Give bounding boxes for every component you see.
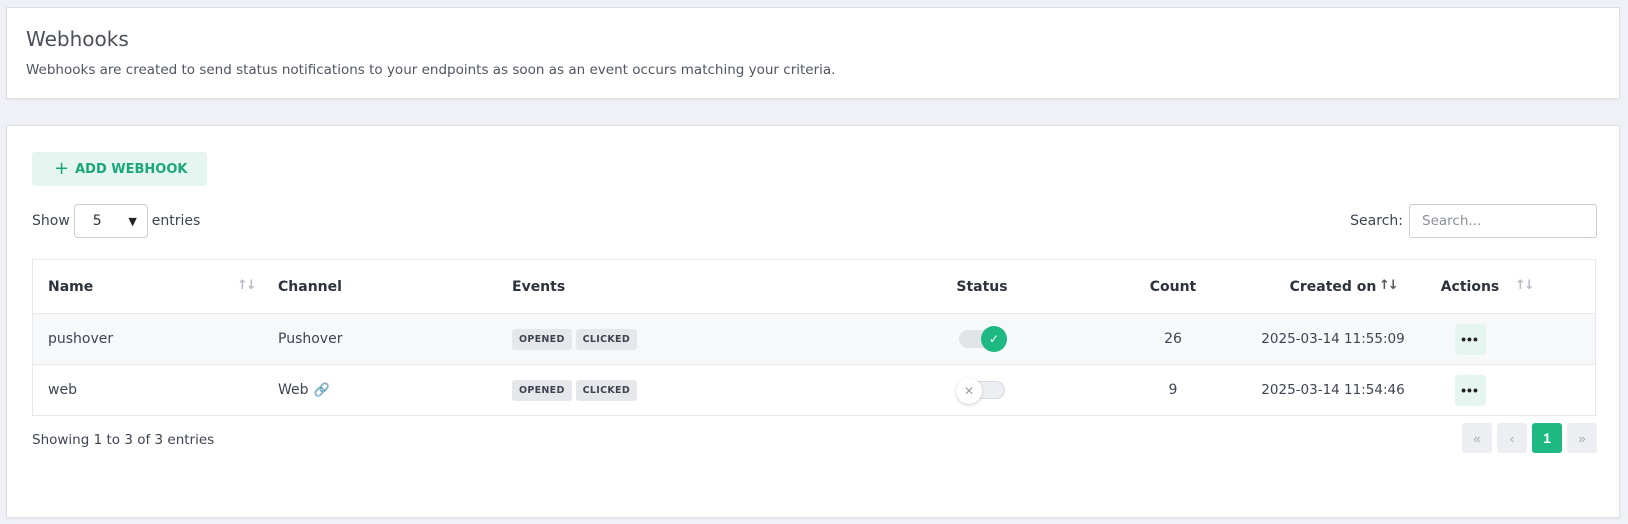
entries-label: entries [151, 213, 201, 229]
plus-icon: + [54, 158, 70, 179]
table-row: web Web 🔗 OPENED CLICKED ✕ 9 2025-03-14 … [33, 364, 1595, 415]
chevron-down-icon: ▼ [128, 214, 137, 228]
event-badge: CLICKED [575, 328, 638, 350]
sort-icon[interactable]: ↑↓ [237, 278, 257, 293]
sort-desc-icon[interactable]: ↑↓ [1379, 278, 1399, 293]
search-label: Search: [1350, 213, 1403, 229]
webhook-status: ✕ [942, 365, 1022, 415]
webhook-name: pushover [48, 331, 114, 347]
webhook-events: OPENED CLICKED [512, 365, 638, 415]
webhook-count: 26 [1164, 331, 1182, 347]
search-input[interactable] [1409, 204, 1597, 238]
webhook-created: 2025-03-14 11:55:09 [1261, 331, 1405, 347]
event-badge: OPENED [512, 379, 572, 401]
page-title: Webhooks [26, 27, 129, 51]
page-subtitle: Webhooks are created to send status noti… [26, 62, 836, 78]
webhook-channel-cell: Web 🔗 [278, 365, 330, 415]
col-header-events: Events [512, 278, 566, 295]
webhook-events: OPENED CLICKED [512, 314, 638, 364]
webhook-channel: Web [278, 382, 309, 398]
double-chevron-right-icon: » [1578, 430, 1586, 446]
col-header-channel: Channel [278, 278, 342, 295]
last-page-button[interactable]: » [1567, 423, 1597, 453]
x-icon: ✕ [956, 378, 982, 404]
webhooks-table: Name ↑↓ Channel Events Status Count Crea… [32, 259, 1596, 416]
ellipsis-icon: ••• [1461, 331, 1479, 347]
col-header-status: Status [956, 278, 1008, 295]
double-chevron-left-icon: « [1473, 430, 1481, 446]
event-badge: CLICKED [575, 379, 638, 401]
chevron-left-icon: ‹ [1509, 430, 1515, 446]
webhook-count: 9 [1168, 382, 1178, 398]
entries-select[interactable]: 5 ▼ [73, 204, 148, 238]
more-actions-button[interactable]: ••• [1454, 323, 1486, 355]
webhooks-card: + ADD WEBHOOK Show 5 ▼ entries Search: N… [6, 125, 1620, 518]
show-label: Show [32, 213, 70, 229]
pagination: « ‹ 1 » [1462, 423, 1597, 453]
prev-page-button[interactable]: ‹ [1497, 423, 1527, 453]
col-header-count: Count [1149, 278, 1197, 295]
table-header-row: Name ↑↓ Channel Events Status Count Crea… [33, 260, 1595, 313]
webhook-status: ✓ [942, 314, 1022, 364]
first-page-button[interactable]: « [1462, 423, 1492, 453]
entries-length-control: Show 5 ▼ entries [32, 204, 200, 238]
ellipsis-icon: ••• [1461, 382, 1479, 398]
webhook-actions: ••• [1430, 365, 1510, 415]
check-icon: ✓ [981, 326, 1007, 352]
col-header-name[interactable]: Name [48, 260, 93, 313]
entries-select-value: 5 [92, 213, 102, 229]
table-row: pushover Pushover OPENED CLICKED ✓ 26 20… [33, 313, 1595, 364]
event-badge: OPENED [512, 328, 572, 350]
table-info: Showing 1 to 3 of 3 entries [32, 432, 215, 448]
search-control: Search: [1350, 204, 1597, 238]
add-webhook-button[interactable]: + ADD WEBHOOK [32, 152, 208, 186]
header-card: Webhooks Webhooks are created to send st… [6, 7, 1620, 99]
webhook-channel: Pushover [278, 331, 343, 347]
page-1-button[interactable]: 1 [1532, 423, 1562, 453]
status-toggle-on[interactable]: ✓ [959, 326, 1007, 352]
webhook-actions: ••• [1430, 314, 1510, 364]
more-actions-button[interactable]: ••• [1454, 374, 1486, 406]
sort-icon[interactable]: ↑↓ [1515, 278, 1535, 293]
link-icon[interactable]: 🔗 [314, 383, 330, 398]
webhook-created: 2025-03-14 11:54:46 [1261, 382, 1405, 398]
add-webhook-label: ADD WEBHOOK [75, 161, 188, 177]
col-header-actions: Actions [1440, 278, 1500, 295]
webhook-name: web [48, 382, 77, 398]
status-toggle-off[interactable]: ✕ [956, 378, 1005, 404]
